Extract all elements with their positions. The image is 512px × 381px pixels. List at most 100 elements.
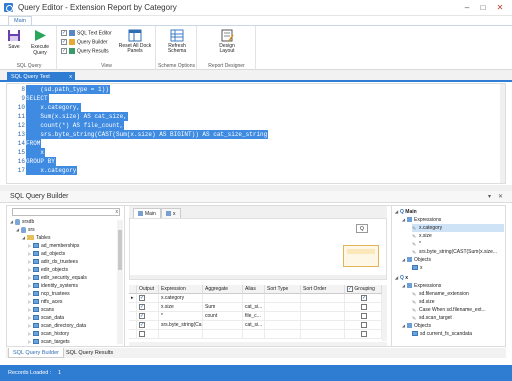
tree-node-table[interactable]: ▷ ad_memberships <box>28 242 79 250</box>
tree-node-db[interactable]: ◢ srsdb <box>10 218 34 226</box>
grid-horizontal-scrollbar[interactable] <box>129 342 387 346</box>
structure-node-expression[interactable]: ✎ x.size <box>412 232 432 240</box>
grid-cell-aggregate[interactable] <box>203 294 243 303</box>
close-window-button[interactable]: ✕ <box>493 2 507 13</box>
toggle-query-results[interactable]: ✓ Query Results <box>61 48 109 54</box>
tree-node-table[interactable]: ▷ ncp_trustees <box>28 290 70 298</box>
grid-header-grouping[interactable]: ✓ Grouping <box>345 285 382 294</box>
grid-cell-alias[interactable]: cat_si... <box>243 303 265 312</box>
grid-cell-output[interactable]: ✓ <box>137 312 159 321</box>
tree-node-table[interactable]: ▷ identity_systems <box>28 282 78 290</box>
grid-header-expression[interactable]: Expression <box>159 285 203 294</box>
checkbox-unchecked-icon[interactable] <box>361 321 367 328</box>
checkbox-unchecked-icon[interactable] <box>139 330 145 337</box>
tree-scrollbar[interactable] <box>117 220 123 344</box>
tree-node-table[interactable]: ▷ scan_targets <box>28 338 70 345</box>
grid-header-output[interactable]: Output <box>137 285 159 294</box>
execute-query-button[interactable]: Execute Query <box>26 29 54 56</box>
diagram-minimap[interactable] <box>343 245 379 267</box>
grid-cell-sort-type[interactable] <box>265 312 301 321</box>
grid-cell-alias[interactable] <box>243 330 265 339</box>
diagram-canvas[interactable]: Q <box>129 218 387 280</box>
grid-cell-sort-order[interactable] <box>301 330 345 339</box>
grid-cell-alias[interactable] <box>243 294 265 303</box>
grid-cell-sort-type[interactable] <box>265 330 301 339</box>
grid-cell-aggregate[interactable] <box>203 330 243 339</box>
checkbox-checked-icon[interactable]: ✓ <box>139 321 145 328</box>
structure-node-table[interactable]: x <box>412 264 423 272</box>
tab-sql-query-results[interactable]: SQL Query Results <box>62 348 117 358</box>
close-tab-icon[interactable]: x <box>69 72 72 82</box>
grid-cell-alias[interactable]: cat_si... <box>243 321 265 330</box>
structure-node-expression[interactable]: ✎ x.category <box>412 224 504 232</box>
grid-cell-aggregate[interactable]: Sum <box>203 303 243 312</box>
structure-node-expression[interactable]: ✎ * <box>412 240 421 248</box>
tree-node-table[interactable]: ▷ scan_data <box>28 314 64 322</box>
structure-node-expression[interactable]: ✎ sd.size <box>412 298 435 306</box>
grid-cell-grouping[interactable] <box>345 330 382 339</box>
maximize-button[interactable]: □ <box>476 2 490 13</box>
structure-node-expression[interactable]: ✎ srs.byte_string(CAST(Sum(x.size... <box>412 248 504 256</box>
grid-cell-expression[interactable]: x.size <box>159 303 203 312</box>
panel-menu-icon[interactable]: ▾ <box>488 193 491 200</box>
grid-header-sort-order[interactable]: Sort Order <box>301 285 345 294</box>
grid-vertical-scrollbar[interactable] <box>382 285 387 341</box>
grid-cell-output[interactable]: ✓ <box>137 321 159 330</box>
tab-x[interactable]: x <box>161 208 181 218</box>
grid-cell-aggregate[interactable]: count <box>203 312 243 321</box>
refresh-schema-button[interactable]: Refresh Schema <box>160 29 194 54</box>
tree-node-table[interactable]: ▷ scans <box>28 306 54 314</box>
grid-cell-aggregate[interactable] <box>203 321 243 330</box>
grid-header-aggregate[interactable]: Aggregate <box>203 285 243 294</box>
structure-node-query[interactable]: ◢ Q x <box>395 274 408 282</box>
tab-sql-query-builder[interactable]: SQL Query Builder <box>8 348 64 358</box>
checkbox-checked-icon[interactable]: ✓ <box>347 285 353 292</box>
checkbox-checked-icon[interactable]: ✓ <box>139 294 145 301</box>
grid-cell-grouping[interactable] <box>345 312 382 321</box>
checkbox-checked-icon[interactable]: ✓ <box>361 294 367 301</box>
checkbox-unchecked-icon[interactable] <box>361 303 367 310</box>
grid-cell-output[interactable]: ✓ <box>137 303 159 312</box>
structure-node-folder[interactable]: ◢ Expressions <box>402 216 441 224</box>
tree-node-table[interactable]: ▷ scan_history <box>28 330 69 338</box>
zoom-button[interactable]: Q <box>356 224 368 233</box>
grid-cell-expression[interactable]: x.category <box>159 294 203 303</box>
grid-cell-sort-order[interactable] <box>301 294 345 303</box>
tab-main[interactable]: Main <box>133 208 161 218</box>
tree-search-input[interactable]: x <box>12 208 120 216</box>
tab-sql-query-text[interactable]: SQL Query Text x <box>7 72 75 82</box>
checkbox-unchecked-icon[interactable] <box>361 330 367 337</box>
tree-node-tables-folder[interactable]: ◢ Tables <box>22 234 50 242</box>
grid-cell-expression[interactable]: * <box>159 312 203 321</box>
grid-cell-sort-order[interactable] <box>301 312 345 321</box>
minimize-button[interactable]: – <box>460 2 474 13</box>
grid-header-alias[interactable]: Alias <box>243 285 265 294</box>
editor-scrollbar[interactable] <box>500 84 505 183</box>
grid-cell-sort-order[interactable] <box>301 321 345 330</box>
grid-cell-sort-type[interactable] <box>265 321 301 330</box>
tree-node-table[interactable]: ▷ scan_directory_data <box>28 322 86 330</box>
grid-cell-sort-type[interactable] <box>265 303 301 312</box>
structure-node-expression[interactable]: ✎ Case When sd.filename_ext... <box>412 306 504 314</box>
grid-cell-expression[interactable] <box>159 330 203 339</box>
tree-node-table[interactable]: ▷ ad_objects <box>28 250 65 258</box>
grid-cell-grouping[interactable] <box>345 321 382 330</box>
panel-close-icon[interactable]: ✕ <box>498 193 503 200</box>
tree-node-schema[interactable]: ◢ srs <box>16 226 35 234</box>
checkbox-checked-icon[interactable]: ✓ <box>139 312 145 319</box>
structure-node-table[interactable]: sd current_fs_scandata <box>412 330 472 338</box>
scrollbar-thumb[interactable] <box>118 230 122 270</box>
tree-node-table[interactable]: ▷ adir_ds_trustees <box>28 258 78 266</box>
checkbox-checked-icon[interactable]: ✓ <box>139 303 145 310</box>
grid-cell-sort-order[interactable] <box>301 303 345 312</box>
reset-dock-panels-button[interactable]: Reset All Dock Panels <box>116 29 154 54</box>
tree-node-table[interactable]: ▷ edir_objects <box>28 266 68 274</box>
grid-cell-grouping[interactable]: ✓ <box>345 294 382 303</box>
grid-cell-expression[interactable]: srs.byte_string(Ca... <box>159 321 203 330</box>
grid-cell-output[interactable]: ✓ <box>137 294 159 303</box>
grid-cell-grouping[interactable] <box>345 303 382 312</box>
design-layout-button[interactable]: Design Layout <box>210 29 244 54</box>
ribbon-tab-main[interactable]: Main <box>8 16 32 25</box>
grid-cell-sort-type[interactable] <box>265 294 301 303</box>
structure-node-expression[interactable]: ✎ sd.scan_target <box>412 314 452 322</box>
